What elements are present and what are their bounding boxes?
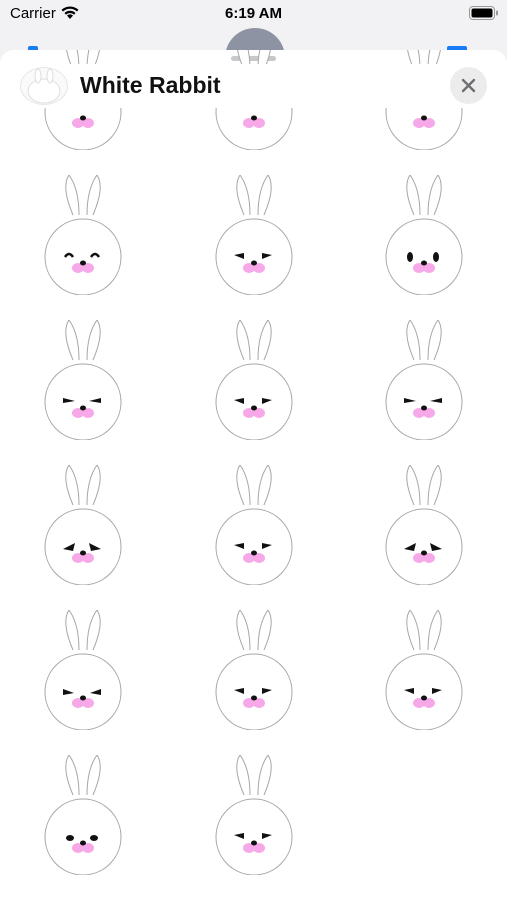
rabbit-sticker-icon	[215, 609, 293, 731]
rabbit-sticker-icon	[385, 319, 463, 441]
rabbit-sticker-icon	[44, 609, 122, 731]
sticker-item[interactable]	[374, 464, 474, 586]
sticker-item[interactable]	[374, 609, 474, 731]
rabbit-sticker-icon	[385, 464, 463, 586]
rabbit-sticker-icon	[215, 464, 293, 586]
sticker-item[interactable]	[204, 609, 304, 731]
sticker-item[interactable]	[33, 464, 133, 586]
sticker-item[interactable]	[33, 174, 133, 296]
sticker-item[interactable]	[33, 609, 133, 731]
rabbit-sticker-icon	[385, 609, 463, 731]
rabbit-sticker-icon	[44, 174, 122, 296]
rabbit-sticker-icon	[215, 754, 293, 876]
sticker-grid	[0, 50, 507, 900]
sheet-header: White Rabbit	[0, 64, 507, 108]
sticker-item[interactable]	[204, 464, 304, 586]
sticker-item[interactable]	[374, 319, 474, 441]
app-icon	[20, 67, 68, 105]
status-time: 6:19 AM	[225, 5, 282, 22]
rabbit-sticker-icon	[44, 754, 122, 876]
sticker-item[interactable]	[374, 174, 474, 296]
rabbit-sticker-icon	[44, 319, 122, 441]
status-bar: Carrier 6:19 AM	[0, 0, 507, 30]
sticker-item[interactable]	[33, 319, 133, 441]
sticker-item[interactable]	[204, 754, 304, 876]
rabbit-sticker-icon	[44, 464, 122, 586]
sheet-title: White Rabbit	[80, 72, 221, 98]
sticker-sheet: White Rabbit	[0, 50, 507, 900]
rabbit-sticker-icon	[215, 319, 293, 441]
rabbit-sticker-icon	[385, 174, 463, 296]
rabbit-sticker-icon	[215, 174, 293, 296]
sticker-item[interactable]	[204, 174, 304, 296]
sticker-item[interactable]	[204, 319, 304, 441]
sticker-item[interactable]	[33, 754, 133, 876]
close-icon	[459, 76, 478, 100]
close-button[interactable]	[450, 67, 487, 104]
battery-icon	[469, 6, 499, 24]
